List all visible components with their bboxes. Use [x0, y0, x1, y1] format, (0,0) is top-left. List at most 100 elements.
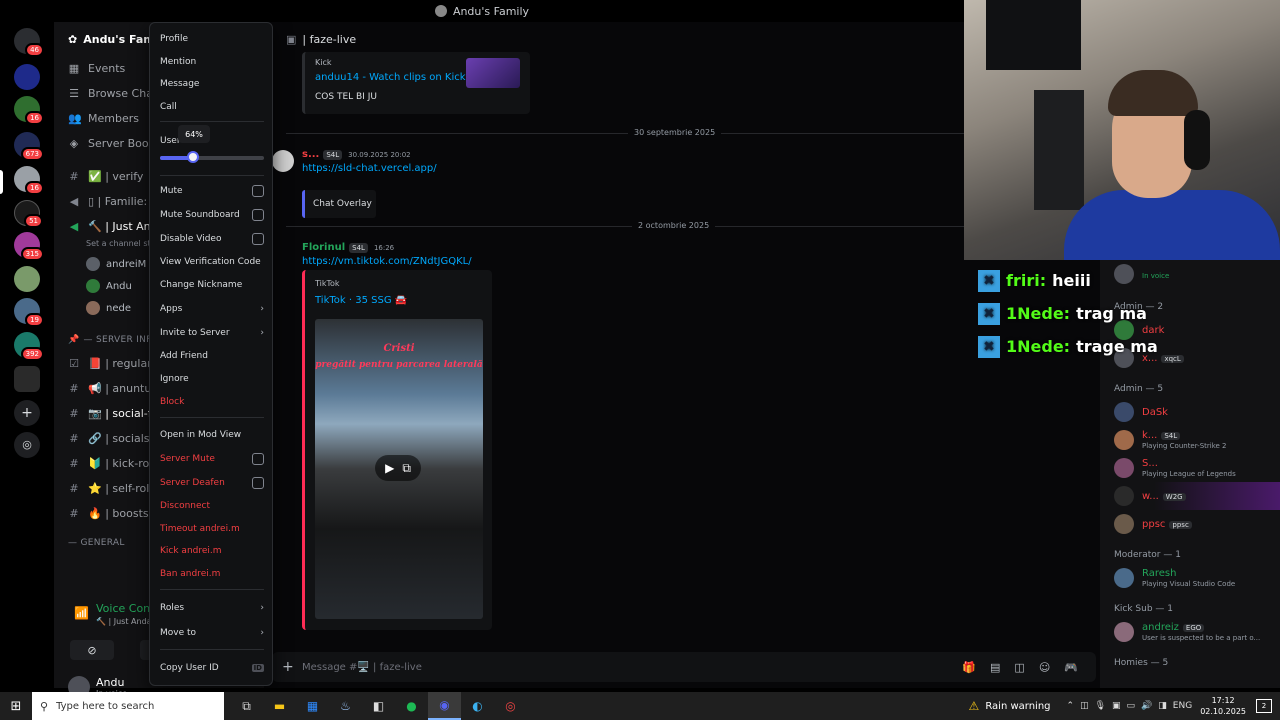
member-name: andreiz [1142, 622, 1179, 633]
language-indicator[interactable]: ENG [1173, 701, 1192, 711]
menu-item-open-mod-view[interactable]: Open in Mod View [160, 426, 264, 444]
menu-item-mention[interactable]: Mention [160, 53, 264, 71]
mute-soundboard-checkbox[interactable] [252, 209, 264, 221]
menu-item-server-mute[interactable]: Server Mute [160, 450, 264, 468]
add-server-icon[interactable]: + [14, 400, 40, 426]
microphone-icon[interactable]: 🎙 [1095, 701, 1106, 711]
menu-item-profile[interactable]: Profile [160, 30, 264, 48]
chevron-up-icon[interactable]: ⌃ [1067, 701, 1075, 711]
menu-item-timeout[interactable]: Timeout andrei.m [160, 520, 264, 538]
message-link[interactable]: https://sld-chat.vercel.app/ [302, 163, 437, 174]
menu-item-mute[interactable]: Mute [160, 182, 264, 200]
tray-app-icon[interactable]: ▣ [1112, 701, 1121, 711]
channel-label: 📢 | anuntur [88, 382, 156, 395]
menu-item-invite-to-server[interactable]: Invite to Server › [160, 324, 264, 342]
embed-provider: Kick [315, 58, 332, 67]
member-row[interactable]: k... S4L Playing Counter-Strike 2 [1100, 426, 1280, 454]
user-volume-slider[interactable] [160, 151, 264, 163]
menu-item-add-friend[interactable]: Add Friend [160, 347, 264, 365]
sticker-icon[interactable]: ◫ [1014, 661, 1024, 674]
menu-item-block[interactable]: Block [160, 393, 264, 411]
clock[interactable]: 17:12 02.10.2025 [1200, 695, 1246, 717]
weather-widget[interactable]: ⚠ Rain warning [969, 699, 1051, 713]
disable-video-checkbox[interactable] [252, 233, 264, 245]
volume-icon[interactable]: 🔊 [1141, 701, 1152, 711]
server-icon-8[interactable]: 19 [14, 298, 44, 327]
task-view-icon[interactable]: ⧉ [230, 692, 263, 720]
guild-icon: ✿ [68, 32, 78, 46]
file-explorer-icon[interactable]: ▬ [263, 692, 296, 720]
message-author[interactable]: s... S4L 30.09.2025 20:02 [302, 149, 411, 160]
server-icon-10[interactable] [14, 366, 40, 392]
menu-item-change-nickname[interactable]: Change Nickname [160, 276, 264, 294]
tray-app-icon[interactable]: ◫ [1080, 701, 1089, 711]
menu-label: Ban andrei.m [160, 569, 221, 579]
embed-video[interactable]: Cristi pregătit pentru parcarea laterală… [315, 319, 483, 619]
spotify-icon[interactable]: ● [395, 692, 428, 720]
member-row[interactable]: DaSk [1100, 398, 1280, 426]
server-mute-checkbox[interactable] [252, 453, 264, 465]
gift-icon[interactable]: 🎁 [962, 661, 976, 674]
member-row[interactable]: Raresh Playing Visual Studio Code [1100, 564, 1280, 592]
member-row[interactable]: andreiz EGO User is suspected to be a part… [1100, 618, 1280, 646]
discover-icon[interactable]: ◎ [14, 432, 40, 458]
emoji-icon[interactable]: ☺ [1039, 661, 1050, 674]
menu-item-verification-code[interactable]: View Verification Code [160, 253, 264, 271]
direct-messages-button[interactable]: 46 [14, 28, 44, 57]
menu-item-kick[interactable]: Kick andrei.m [160, 542, 264, 560]
message-composer[interactable]: + Message #🖥️ | faze-live 🎁 ▤ ◫ ☺ 🎮 [272, 652, 1096, 682]
tray-app-icon[interactable]: ◨ [1158, 701, 1167, 711]
server-icon-5[interactable]: 51 [14, 200, 43, 228]
member-row[interactable]: w... W2G [1100, 482, 1280, 510]
slider-handle[interactable] [187, 151, 199, 163]
start-button[interactable]: ⊞ [0, 692, 32, 720]
menu-item-roles[interactable]: Roles › [160, 599, 264, 617]
mute-checkbox[interactable] [252, 185, 264, 197]
embed-title-link[interactable]: anduu14 - Watch clips on Kick [315, 72, 466, 83]
message-link[interactable]: https://vm.tiktok.com/ZNdtJGQKL/ [302, 256, 472, 267]
server-icon-1[interactable] [14, 64, 40, 90]
attach-plus-icon[interactable]: + [282, 659, 294, 675]
obs-icon[interactable]: ◎ [494, 692, 527, 720]
epic-games-icon[interactable]: ◧ [362, 692, 395, 720]
overlay-text: trage ma [1076, 337, 1158, 356]
server-icon-6[interactable]: 315 [14, 232, 44, 261]
server-deafen-checkbox[interactable] [252, 477, 264, 489]
store-icon[interactable]: ▦ [296, 692, 329, 720]
avatar[interactable] [272, 150, 294, 172]
embed-title-link[interactable]: TikTok · 35 SSG 🚘 [315, 295, 407, 306]
menu-item-ban[interactable]: Ban andrei.m [160, 565, 264, 583]
menu-item-call[interactable]: Call [160, 98, 264, 116]
menu-item-disconnect[interactable]: Disconnect [160, 497, 264, 515]
embed-thumbnail[interactable] [466, 58, 520, 88]
notification-center-button[interactable]: 2 [1256, 699, 1272, 713]
menu-item-disable-video[interactable]: Disable Video [160, 230, 264, 248]
activities-icon[interactable]: 🎮 [1064, 661, 1078, 674]
discord-icon[interactable]: ◉ [428, 692, 461, 720]
menu-item-ignore[interactable]: Ignore [160, 370, 264, 388]
menu-item-move-to[interactable]: Move to › [160, 624, 264, 642]
menu-item-server-deafen[interactable]: Server Deafen [160, 474, 264, 492]
menu-item-copy-user-id[interactable]: Copy User ID ID [160, 659, 264, 677]
edge-icon[interactable]: ◐ [461, 692, 494, 720]
channel-label: 🔥 | boosts [88, 507, 149, 520]
server-icon-9[interactable]: 392 [14, 332, 44, 361]
steam-icon[interactable]: ♨ [329, 692, 362, 720]
taskbar-search[interactable]: ⚲ Type here to search [32, 692, 224, 720]
server-rail: 46 16 673 16 51 315 19 392 + ◎ [0, 22, 54, 688]
server-icon-3[interactable]: 673 [14, 132, 44, 161]
avatar [1114, 514, 1134, 534]
server-icon-2[interactable]: 16 [14, 96, 44, 125]
network-icon[interactable]: ▭ [1127, 701, 1136, 711]
menu-item-message[interactable]: Message [160, 75, 264, 93]
menu-item-apps[interactable]: Apps › [160, 300, 264, 318]
server-icon-7[interactable] [14, 266, 40, 292]
menu-item-mute-soundboard[interactable]: Mute Soundboard [160, 206, 264, 224]
member-row[interactable]: S... Playing League of Legends [1100, 454, 1280, 482]
message-author[interactable]: Florinul S4L 16:26 [302, 242, 394, 253]
member-row[interactable]: ppsc ppsc [1100, 510, 1280, 538]
server-icon-andus-family[interactable]: 16 [14, 166, 44, 195]
video-play-button[interactable]: ▶ ⧉ [375, 455, 421, 481]
gif-icon[interactable]: ▤ [990, 661, 1000, 674]
camera-off-button[interactable]: ⊘ [70, 640, 114, 660]
